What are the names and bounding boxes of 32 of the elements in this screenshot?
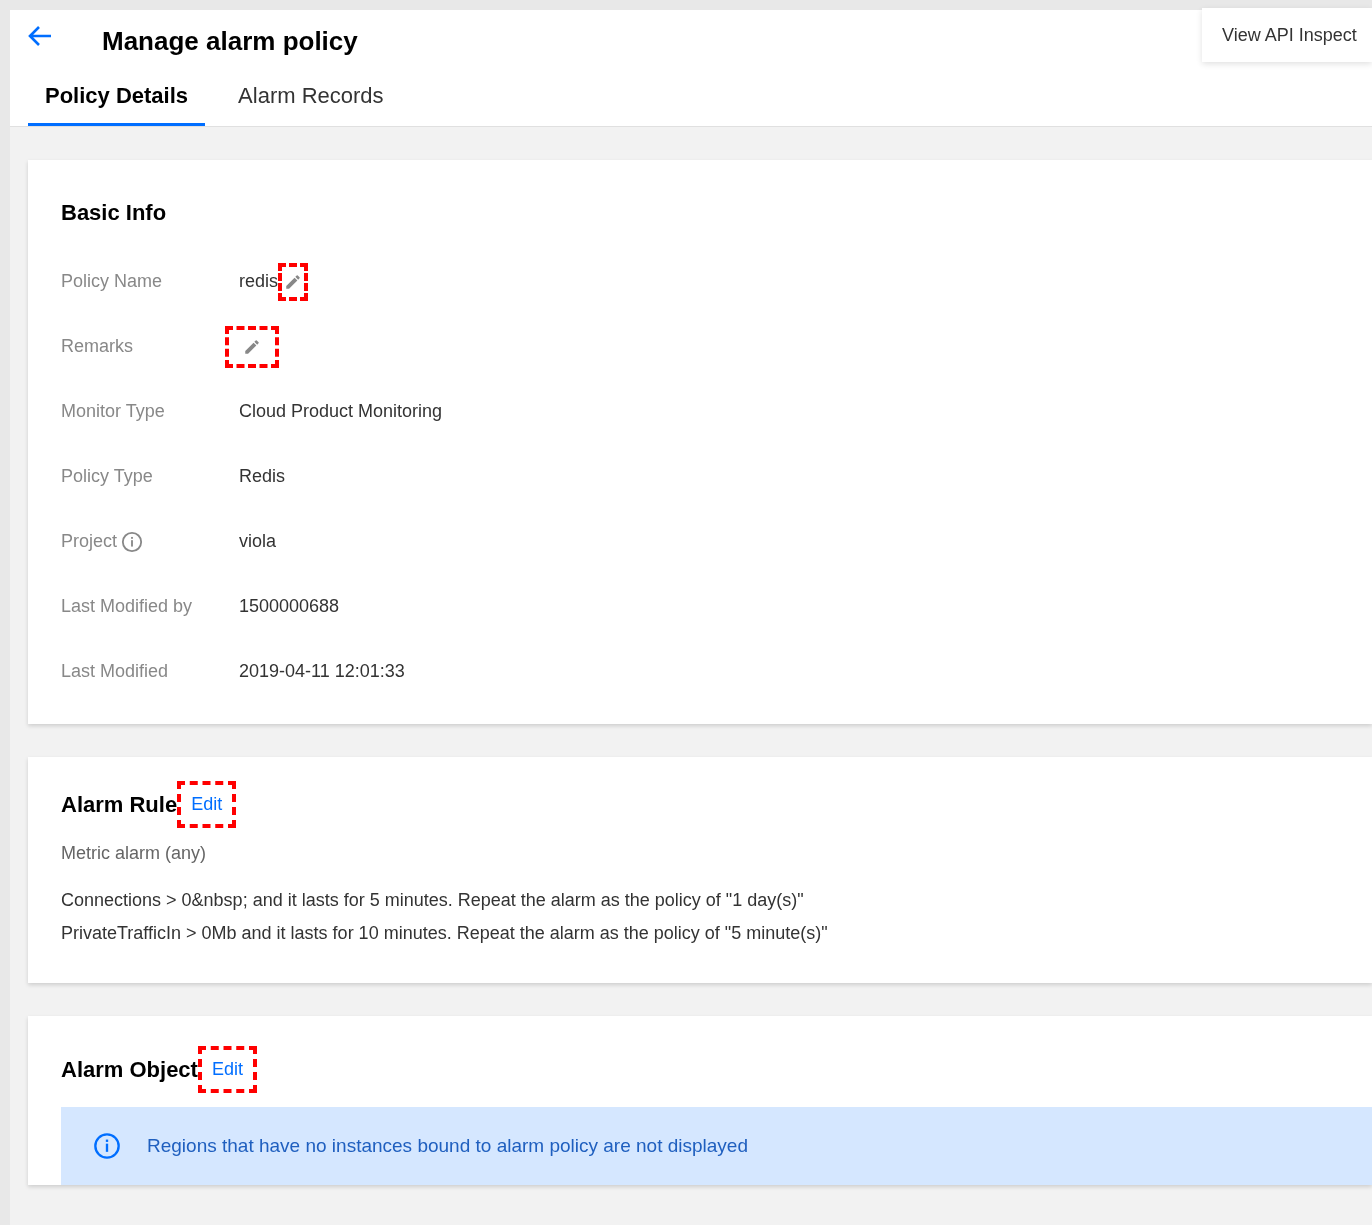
field-value: viola — [239, 530, 277, 553]
field-label: Policy Name — [61, 270, 163, 293]
field-value: 2019-04-11 12:01:33 — [239, 660, 405, 683]
alarm-type: Metric alarm (any) — [61, 842, 208, 865]
section-title: Alarm Object — [61, 1056, 198, 1084]
field-label: Policy Type — [61, 465, 153, 488]
field-label: Project — [61, 530, 118, 553]
pencil-icon[interactable] — [284, 272, 302, 291]
field-value: 1500000688 — [239, 595, 340, 618]
field-label: Last Modified — [61, 660, 169, 683]
info-icon — [93, 1132, 121, 1160]
edit-link[interactable]: Edit — [211, 1056, 243, 1083]
field-label: Last Modified by — [61, 595, 193, 618]
rule-text: PrivateTrafficIn > 0Mb and it lasts for 10 minutes. Repeat the alarm as the policy of "5 minute(s)" — [61, 922, 829, 945]
field-label: Monitor Type — [61, 400, 165, 423]
info-icon — [121, 530, 144, 553]
field-value: Cloud Product Monitoring — [239, 400, 443, 423]
field-value: redis — [239, 270, 278, 293]
rule-text: Connections > 0&nbsp; and it lasts for 5 minutes. Repeat the alarm as the policy of "1 day(s)" — [61, 889, 805, 912]
field-value: Redis — [239, 465, 286, 488]
field-label: Remarks — [61, 335, 133, 358]
back-arrow-icon — [27, 25, 53, 47]
api-inspector-button[interactable]: View API Inspect — [1202, 8, 1372, 62]
section-title: Alarm Rule — [61, 791, 178, 819]
tab[interactable]: Policy Details — [28, 68, 206, 126]
pencil-icon[interactable] — [243, 337, 261, 356]
notice-text: Regions that have no instances bound to alarm policy are not displayed — [147, 1133, 748, 1158]
edit-link[interactable]: Edit — [191, 791, 223, 818]
back-button[interactable] — [26, 24, 54, 48]
tab[interactable]: Alarm Records — [221, 68, 401, 126]
section-title: Basic Info — [61, 199, 168, 227]
page-title: Manage alarm policy — [102, 25, 358, 58]
